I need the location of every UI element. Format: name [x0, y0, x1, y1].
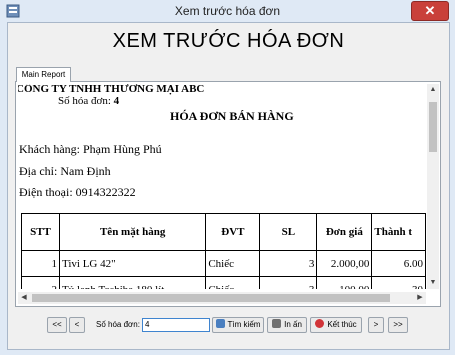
invoice-number-field-label: Số hóa đơn: [96, 320, 140, 329]
column-header: SL [259, 213, 318, 251]
table-cell: 100,00 [316, 276, 373, 289]
invoice-number-input[interactable]: 4 [142, 318, 210, 332]
table-row: 2 Tủ lạnh Toshiba 180 lít Chiếc 3 100,00… [21, 276, 426, 289]
report-title: HÓA ĐƠN BÁN HÀNG [170, 109, 294, 123]
scroll-down-icon[interactable]: ▼ [427, 277, 439, 289]
scroll-left-icon[interactable]: ◀ [18, 292, 30, 304]
next-record-button[interactable]: > [368, 317, 384, 333]
column-header: ĐVT [205, 213, 261, 251]
column-header: Thành t [371, 213, 426, 251]
table-cell: 3 [259, 250, 318, 277]
close-button[interactable]: ✕ [411, 1, 449, 21]
table-cell: Tủ lạnh Toshiba 180 lít [58, 276, 207, 289]
address-line: Địa chỉ: Nam Định [19, 164, 111, 178]
column-header: STT [21, 213, 60, 251]
vertical-scrollbar[interactable]: ▲ ▼ [427, 84, 439, 289]
first-record-button[interactable]: << [47, 317, 67, 333]
print-button[interactable]: In ấn [267, 317, 307, 333]
exit-button-label: Kết thúc [327, 320, 357, 329]
invoice-number-label: Số hóa đơn: [58, 95, 111, 107]
search-button[interactable]: Tìm kiếm [212, 317, 264, 333]
table-cell: 30 [371, 276, 426, 289]
invoice-number-value: 4 [113, 95, 120, 107]
last-record-button[interactable]: >> [388, 317, 408, 333]
column-header: Tên mặt hàng [58, 213, 207, 251]
invoice-table: STT Tên mặt hàng ĐVT SL Đơn giá Thành t … [21, 213, 426, 289]
search-icon [215, 319, 225, 328]
scroll-up-icon[interactable]: ▲ [427, 84, 439, 96]
column-header: Đơn giá [316, 213, 373, 251]
table-cell: 2.000,00 [316, 250, 373, 277]
title-bar: Xem trước hóa đơn ✕ [0, 0, 455, 22]
table-cell: 6.00 [371, 250, 426, 277]
table-row: 1 Tivi LG 42" Chiếc 3 2.000,00 6.00 [21, 250, 426, 277]
table-header-row: STT Tên mặt hàng ĐVT SL Đơn giá Thành t [21, 213, 426, 251]
report-viewer: CÔNG TY TNHH THƯƠNG MẠI ABC Số hóa đơn: … [15, 81, 441, 307]
table-cell: Chiếc [205, 276, 261, 289]
horizontal-scrollbar[interactable]: ◀ ▶ [18, 292, 426, 304]
print-button-label: In ấn [284, 320, 302, 329]
exit-icon [315, 319, 325, 328]
printer-icon [272, 319, 282, 328]
company-name: CÔNG TY TNHH THƯƠNG MẠI ABC [18, 84, 205, 95]
table-cell: 1 [21, 250, 60, 277]
table-cell: Tivi LG 42" [58, 250, 207, 277]
scroll-right-icon[interactable]: ▶ [414, 292, 426, 304]
exit-button[interactable]: Kết thúc [310, 317, 362, 333]
window-title: Xem trước hóa đơn [174, 4, 281, 18]
previous-record-button[interactable]: < [69, 317, 85, 333]
table-cell: 2 [21, 276, 60, 289]
window-client: XEM TRƯỚC HÓA ĐƠN Main Report CÔNG TY TN… [7, 22, 450, 350]
phone-line: Điện thoại: 0914322322 [19, 185, 136, 199]
vertical-scroll-thumb[interactable] [429, 102, 437, 152]
table-cell: Chiếc [205, 250, 261, 277]
report-page: CÔNG TY TNHH THƯƠNG MẠI ABC Số hóa đơn: … [18, 84, 426, 289]
customer-line: Khách hàng: Phạm Hùng Phú [19, 142, 162, 156]
table-cell: 3 [259, 276, 318, 289]
horizontal-scroll-thumb[interactable] [32, 294, 390, 302]
invoice-number-line: Số hóa đơn: 4 [58, 95, 119, 107]
search-button-label: Tìm kiếm [227, 320, 261, 329]
tab-main-report[interactable]: Main Report [16, 67, 71, 82]
page-heading: XEM TRƯỚC HÓA ĐƠN [112, 30, 345, 52]
